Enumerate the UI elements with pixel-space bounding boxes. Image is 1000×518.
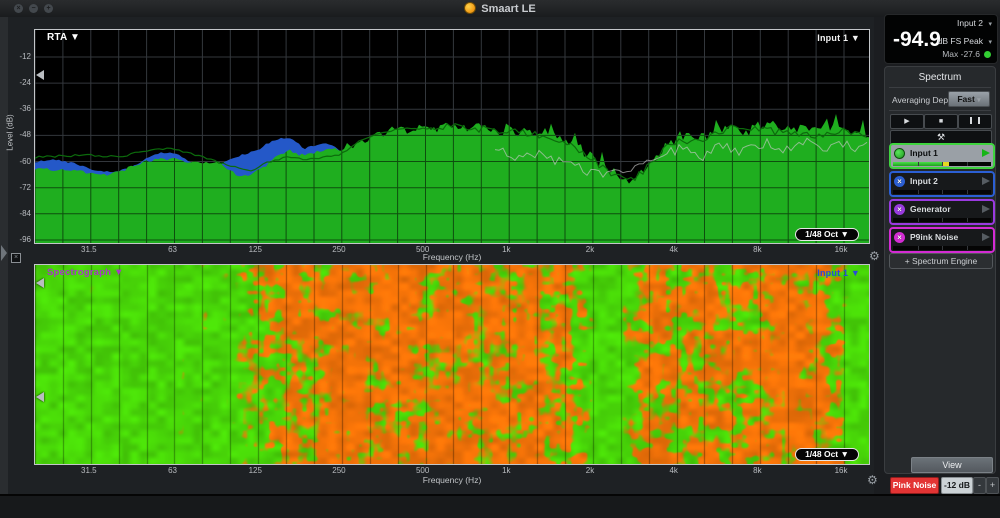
spectrograph-x-tick: 31.5 — [72, 466, 106, 475]
rta-level-cursor-marker[interactable] — [36, 70, 44, 80]
rta-x-tick: 8k — [740, 245, 774, 254]
source-mute-icon[interactable]: × — [894, 176, 905, 187]
rta-x-tick: 2k — [573, 245, 607, 254]
spectrograph-x-tick: 1k — [489, 466, 523, 475]
rta-x-tick: 16k — [824, 245, 858, 254]
view-button[interactable]: View — [911, 457, 993, 473]
spectrograph-x-tick: 16k — [824, 466, 858, 475]
spectrograph-x-tick: 4k — [657, 466, 691, 475]
panel-title: Spectrum — [885, 72, 995, 83]
spectrograph-frame — [34, 264, 870, 465]
input-label: P9ink Noise — [910, 232, 982, 242]
spectrograph-x-tick: 8k — [740, 466, 774, 475]
source-mute-icon[interactable]: × — [894, 204, 905, 215]
drawer-handle-icon[interactable] — [1, 245, 7, 261]
bottom-toolbar: Data BarCaptureCapture AllReset AvgSpect… — [0, 494, 1000, 518]
generator-level-down-button[interactable]: - — [973, 477, 986, 494]
signal-present-dot — [984, 51, 991, 58]
spectrograph-x-tick: 63 — [156, 466, 190, 475]
rta-y-tick: -96 — [9, 235, 31, 244]
play-arrow-icon[interactable] — [982, 177, 990, 185]
input-row-input-1[interactable]: Input 1 — [889, 143, 995, 169]
add-spectrum-engine-button[interactable]: + Spectrum Engine — [889, 253, 993, 269]
generator-level-up-button[interactable]: + — [986, 477, 999, 494]
input-row-generator[interactable]: × Generator — [889, 199, 995, 225]
app-logo-icon — [464, 2, 476, 14]
spectrograph-x-tick: 125 — [238, 466, 272, 475]
spectrograph-x-axis-title: Frequency (Hz) — [392, 475, 512, 485]
rta-banding-selector[interactable]: 1/48 Oct ▼ — [795, 228, 859, 241]
input-level-meter — [893, 190, 991, 194]
spectrum-engine-panel: Spectrum Averaging Depth: Fast ▾ ▶ ■ ⚒ I… — [884, 66, 996, 474]
input-label: Input 1 — [910, 148, 982, 158]
generator-level-display: -12 dB — [941, 477, 973, 494]
spectrograph-settings-gear-icon[interactable]: ⚙ — [867, 474, 878, 486]
rta-y-tick: -84 — [9, 209, 31, 218]
play-button[interactable]: ▶ — [890, 114, 924, 129]
rta-y-tick: -72 — [9, 183, 31, 192]
meter-value: -94.9 — [893, 28, 941, 52]
input-label: Generator — [910, 204, 982, 214]
input-row-p9ink-noise[interactable]: × P9ink Noise — [889, 227, 995, 253]
spectrograph-plot[interactable] — [35, 265, 869, 464]
rta-y-tick: -36 — [9, 104, 31, 113]
spectrograph-top-marker[interactable] — [36, 278, 44, 288]
input-level-meter — [893, 218, 991, 222]
rta-x-tick: 500 — [406, 245, 440, 254]
window-title: Smaart LE — [0, 2, 1000, 15]
pink-noise-button[interactable]: Pink Noise — [890, 477, 939, 494]
level-meter-panel: Input 2 ▾ -94.9 dB FS Peak ▾ Max -27.6 — [884, 14, 998, 64]
smaart-le-window: × − + Smaart LE Level (dB) RTA ▼ Input 1… — [0, 0, 1000, 518]
pane-collapse-icon[interactable]: × — [11, 253, 21, 263]
rta-settings-gear-icon[interactable]: ⚙ — [869, 250, 880, 262]
play-arrow-icon[interactable] — [982, 205, 990, 213]
rta-x-tick: 31.5 — [72, 245, 106, 254]
input-level-meter — [893, 246, 991, 250]
spectrograph-range-marker[interactable] — [36, 392, 44, 402]
spectrograph-x-tick: 500 — [406, 466, 440, 475]
rta-x-tick: 63 — [156, 245, 190, 254]
stop-button[interactable]: ■ — [924, 114, 958, 129]
source-mute-icon[interactable]: × — [894, 232, 905, 243]
title-bar: × − + Smaart LE — [0, 0, 1000, 18]
input-label: Input 2 — [910, 176, 982, 186]
chevron-down-icon: ▾ — [988, 38, 992, 46]
rta-plot[interactable] — [35, 30, 869, 243]
spectrograph-input-selector[interactable]: Input 1 ▼ — [760, 268, 860, 278]
rta-y-tick: -12 — [9, 52, 31, 61]
rta-y-tick: -24 — [9, 78, 31, 87]
spectrograph-x-tick: 2k — [573, 466, 607, 475]
meter-max-readout: Max -27.6 — [942, 49, 980, 59]
input-row-input-2[interactable]: × Input 2 — [889, 171, 995, 197]
rta-plot-frame — [34, 29, 870, 244]
spectrograph-banding-selector[interactable]: 1/48 Oct ▼ — [795, 448, 859, 461]
meter-unit-selector[interactable]: dB FS Peak — [938, 36, 983, 46]
spectrograph-type-selector[interactable]: Spectrograph ▼ — [47, 267, 124, 278]
pause-button[interactable] — [958, 114, 992, 129]
play-arrow-icon[interactable] — [982, 233, 990, 241]
rta-y-tick: -48 — [9, 130, 31, 139]
rta-x-tick: 250 — [322, 245, 356, 254]
meter-source-selector[interactable]: Input 2 — [957, 18, 983, 28]
averaging-depth-select[interactable]: Fast ▾ — [948, 91, 990, 107]
rta-x-tick: 4k — [657, 245, 691, 254]
source-active-icon — [894, 148, 905, 159]
rta-y-tick: -60 — [9, 157, 31, 166]
rta-type-selector[interactable]: RTA ▼ — [47, 32, 80, 43]
rta-input-selector[interactable]: Input 1 ▼ — [760, 33, 860, 43]
spectrograph-x-tick: 250 — [322, 466, 356, 475]
chevron-down-icon: ▾ — [988, 20, 992, 28]
rta-x-tick: 1k — [489, 245, 523, 254]
left-drawer-strip — [0, 17, 8, 494]
rta-x-tick: 125 — [238, 245, 272, 254]
input-level-meter — [893, 162, 991, 166]
play-arrow-icon[interactable] — [982, 149, 990, 157]
